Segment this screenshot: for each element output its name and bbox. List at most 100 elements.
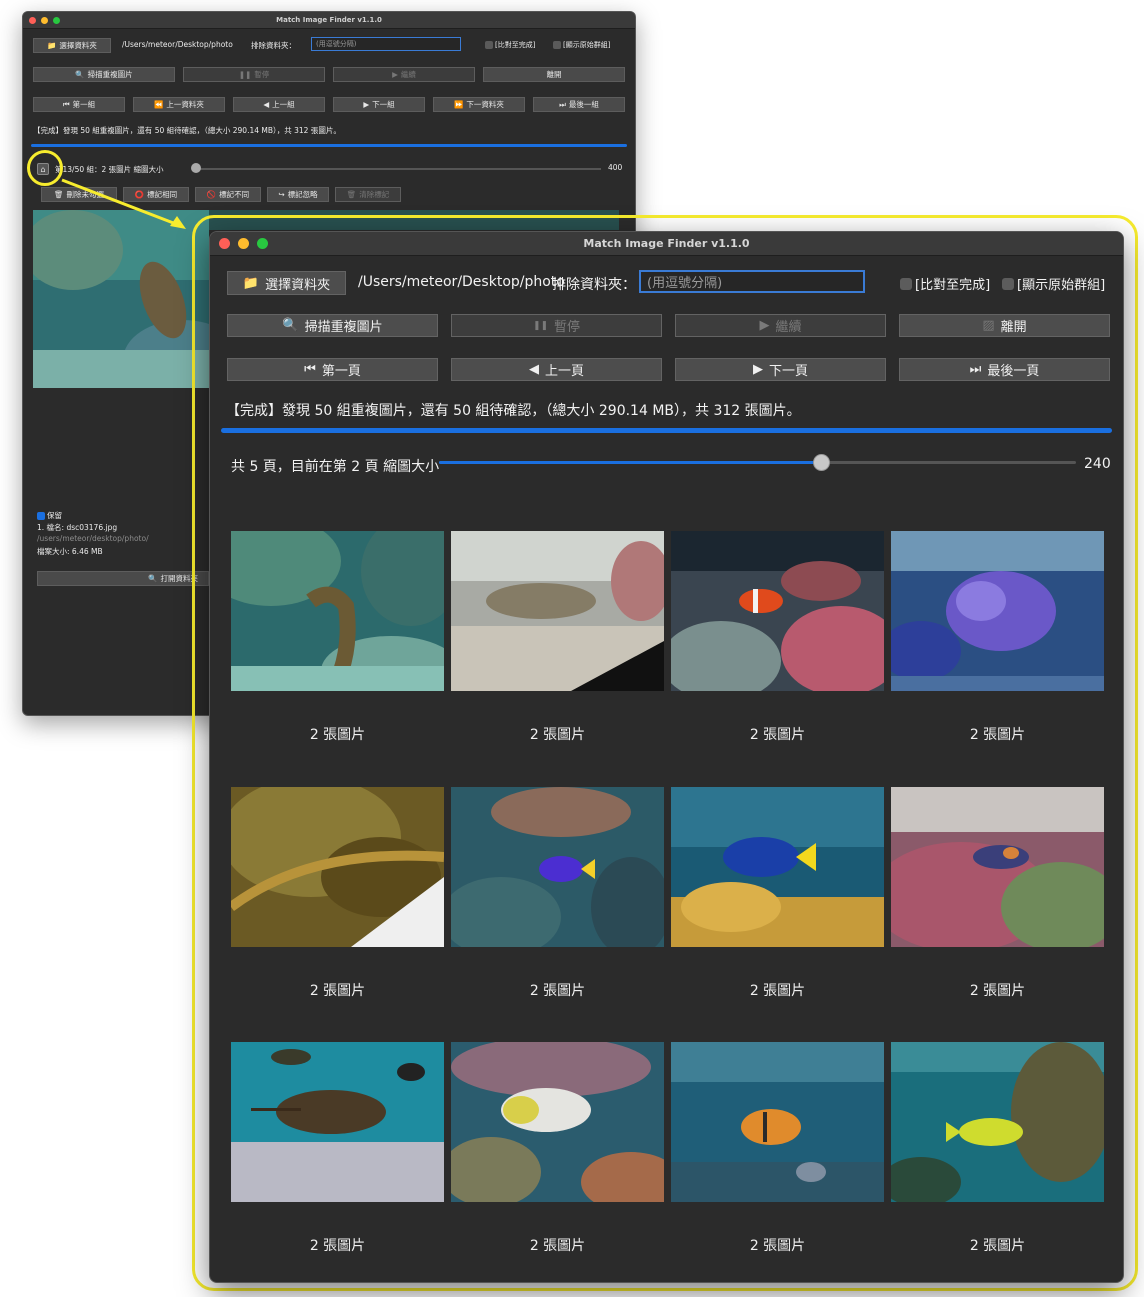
group-thumb-cell[interactable]: 2 張圖片 [451, 787, 664, 999]
folder-path: /Users/meteor/Desktop/photo [122, 40, 233, 49]
circle-icon: ⭕ [134, 190, 145, 199]
main-window: Match Image Finder v1.1.0 📁 選擇資料夾 /Users/… [209, 231, 1124, 1283]
thumb-caption: 2 張圖片 [749, 1238, 806, 1254]
thumb-size-slider-knob[interactable] [813, 454, 830, 471]
exclude-folders-input[interactable]: (用逗號分隔) [311, 37, 461, 51]
next-page-button[interactable]: ▶ 下一頁 [675, 358, 886, 381]
compare-until-done-checkbox[interactable]: [比對至完成] [485, 40, 535, 50]
quit-button[interactable]: 離開 [483, 67, 625, 82]
thumb-mandarin-fish[interactable] [891, 787, 1104, 947]
group-thumb-cell[interactable]: 2 張圖片 [891, 1042, 1104, 1254]
trash-icon: 🗑 [53, 190, 64, 199]
scan-duplicates-button[interactable]: 🔍 掃描重複圖片 [33, 67, 175, 82]
progress-bar [31, 144, 627, 147]
pause-button[interactable]: ❚❚ 暫停 [451, 314, 662, 337]
window-title: Match Image Finder v1.1.0 [583, 237, 750, 250]
fast-forward-icon: ⏩ [454, 100, 464, 109]
first-page-button[interactable]: ⏮ 第一頁 [227, 358, 438, 381]
thumb-moray-eel[interactable] [231, 531, 444, 691]
mark-same-button[interactable]: ⭕ 標記相同 [123, 187, 189, 202]
thumb-coral-closeup[interactable] [231, 787, 444, 947]
group-thumb-cell[interactable]: 2 張圖片 [891, 787, 1104, 999]
pause-icon: ❚❚ [532, 320, 549, 331]
thumb-flatfish[interactable] [451, 531, 664, 691]
minimize-window-button[interactable] [41, 16, 48, 24]
scan-duplicates-button[interactable]: 🔍 掃描重複圖片 [227, 314, 438, 337]
pause-button[interactable]: ❚❚ 暫停 [183, 67, 325, 82]
mark-ignore-button[interactable]: ↪ 標記忽略 [267, 187, 329, 202]
group-thumb-cell[interactable]: 2 張圖片 [451, 1042, 664, 1254]
group-thumb-cell[interactable]: 2 張圖片 [671, 1042, 884, 1254]
magnifier-icon: 🔍 [148, 574, 158, 583]
open-folder-button[interactable]: 🔍 打開資料夾 [37, 571, 209, 586]
thumb-yellow-wrasse[interactable] [891, 1042, 1104, 1202]
thumb-caption: 2 張圖片 [309, 727, 366, 743]
exclude-folders-input[interactable]: (用逗號分隔) [639, 270, 865, 293]
image-filepath[interactable]: /users/meteor/desktop/photo/ [37, 534, 149, 543]
zoom-window-button[interactable] [257, 238, 268, 249]
exclude-label: 排除資料夾： [552, 277, 636, 293]
thumb-caption: 2 張圖片 [969, 983, 1026, 999]
show-original-groups-checkbox[interactable]: [顯示原始群組] [553, 40, 610, 50]
rewind-icon: ⏪ [154, 100, 164, 109]
close-window-button[interactable] [219, 238, 230, 249]
thumb-caption: 2 張圖片 [969, 727, 1026, 743]
prev-group-button[interactable]: ◀ 上一組 [233, 97, 325, 112]
group-thumb-cell[interactable]: 2 張圖片 [451, 531, 664, 743]
group-thumb-cell[interactable]: 2 張圖片 [891, 531, 1104, 743]
last-group-button[interactable]: ⏭ 最後一組 [533, 97, 625, 112]
thumb-stingray[interactable] [231, 1042, 444, 1202]
choose-folder-button[interactable]: 📁 選擇資料夾 [227, 271, 346, 295]
mark-different-button[interactable]: 🚫 標記不同 [195, 187, 261, 202]
thumb-size-slider[interactable] [195, 168, 601, 170]
keep-checkbox[interactable]: 保留 [37, 510, 62, 521]
checkmark-icon [37, 512, 45, 520]
play-icon: ▶ [759, 318, 770, 333]
thumb-caption: 2 張圖片 [749, 727, 806, 743]
compare-until-done-checkbox[interactable]: [比對至完成] [900, 274, 990, 293]
thumb-caption: 2 張圖片 [749, 983, 806, 999]
group-thumb-cell[interactable]: 2 張圖片 [671, 531, 884, 743]
thumb-size-slider-knob[interactable] [191, 163, 201, 173]
resume-button[interactable]: ▶ 繼續 [333, 67, 475, 82]
thumb-triggerfish[interactable] [451, 1042, 664, 1202]
last-page-button[interactable]: ⏭ 最後一頁 [899, 358, 1110, 381]
folder-icon: 📁 [242, 275, 260, 291]
triangle-left-icon: ◀ [263, 100, 270, 109]
magnifier-icon: 🔍 [282, 318, 299, 333]
minimize-window-button[interactable] [238, 238, 249, 249]
thumb-caption: 2 張圖片 [309, 1238, 366, 1254]
show-original-groups-checkbox[interactable]: [顯示原始群組] [1002, 274, 1105, 293]
delete-unchecked-button[interactable]: 🗑 刪除未勾選 [41, 187, 117, 202]
next-folder-button[interactable]: ⏩ 下一資料夾 [433, 97, 525, 112]
thumb-caption: 2 張圖片 [969, 1238, 1026, 1254]
thumb-clownfish[interactable] [671, 531, 884, 691]
thumb-size-slider-fill [439, 461, 821, 464]
window-title: Match Image Finder v1.1.0 [276, 16, 382, 24]
skip-forward-icon: ⏭ [559, 99, 566, 109]
choose-folder-button[interactable]: 📁 選擇資料夾 [33, 38, 111, 53]
close-window-button[interactable] [29, 16, 36, 24]
group-thumb-cell[interactable]: 2 張圖片 [231, 531, 444, 743]
group-info: 第13/50 組：2 張圖片 縮圖大小 [55, 165, 164, 174]
page-info: 共 5 頁，目前在第 2 頁 縮圖大小 [231, 459, 440, 475]
quit-button[interactable]: ▨ 離開 [899, 314, 1110, 337]
thumb-caption: 2 張圖片 [529, 983, 586, 999]
prev-page-button[interactable]: ◀ 上一頁 [451, 358, 662, 381]
resume-button[interactable]: ▶ 繼續 [675, 314, 886, 337]
group-thumb-cell[interactable]: 2 張圖片 [671, 787, 884, 999]
group-thumb-cell[interactable]: 2 張圖片 [231, 787, 444, 999]
thumb-blue-damsel[interactable] [451, 787, 664, 947]
image-filename: 1. 檔名: dsc03176.jpg [37, 523, 118, 532]
prev-folder-button[interactable]: ⏪ 上一資料夾 [133, 97, 225, 112]
first-group-button[interactable]: ⏮ 第一組 [33, 97, 125, 112]
next-group-button[interactable]: ▶ 下一組 [333, 97, 425, 112]
triangle-left-icon: ◀ [528, 362, 539, 377]
zoom-window-button[interactable] [53, 16, 60, 24]
group-image-1[interactable] [33, 210, 209, 388]
thumb-lionfish[interactable] [891, 531, 1104, 691]
thumb-blue-tang[interactable] [671, 787, 884, 947]
clear-marks-button[interactable]: 🗑 清除標記 [335, 187, 401, 202]
group-thumb-cell[interactable]: 2 張圖片 [231, 1042, 444, 1254]
thumb-butterflyfish[interactable] [671, 1042, 884, 1202]
